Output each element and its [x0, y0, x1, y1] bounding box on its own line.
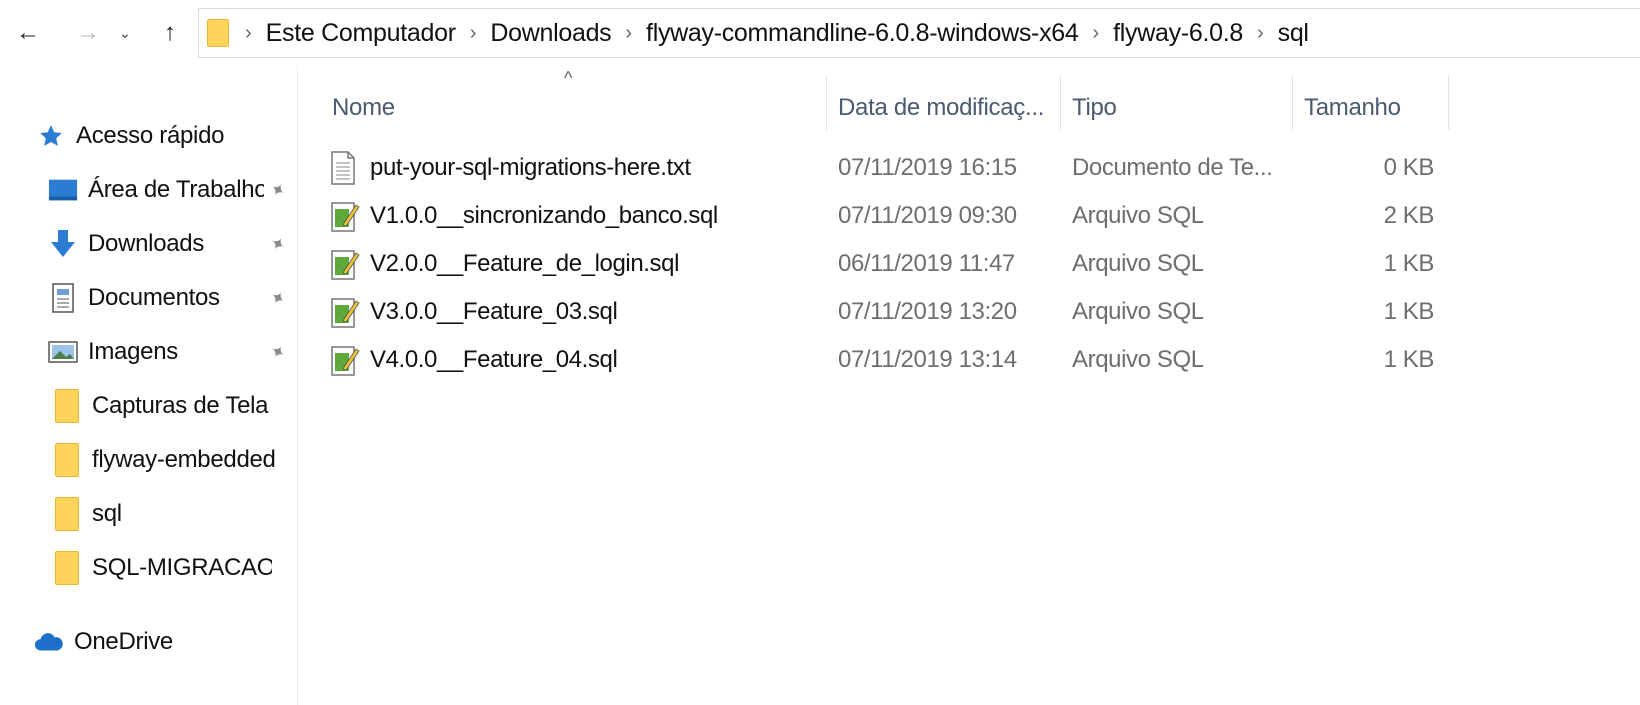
column-header-name[interactable]: Nome: [332, 86, 395, 130]
address-bar[interactable]: › Este Computador › Downloads › flyway-c…: [198, 8, 1640, 58]
column-header-type[interactable]: Tipo: [1072, 86, 1117, 130]
column-divider[interactable]: [1448, 76, 1449, 130]
pictures-icon: [48, 337, 78, 367]
folder-icon: [52, 443, 82, 477]
file-type: Arquivo SQL: [1072, 250, 1204, 277]
text-file-icon: [330, 151, 358, 185]
back-button[interactable]: ←: [12, 18, 44, 48]
sidebar-item-label: flyway-embedded: [92, 446, 276, 473]
breadcrumb-downloads[interactable]: Downloads: [490, 19, 611, 48]
sql-file-icon: [330, 343, 360, 377]
file-date: 07/11/2019 13:14: [838, 346, 1017, 373]
pin-icon[interactable]: ✦: [266, 231, 289, 257]
file-size: 1 KB: [1383, 346, 1435, 373]
sidebar-item-label: OneDrive: [74, 628, 173, 655]
up-button[interactable]: ↑: [154, 18, 186, 48]
file-name-cell: V2.0.0__Feature_de_login.sql: [330, 242, 679, 286]
file-name-cell: V1.0.0__sincronizando_banco.sql: [330, 194, 718, 238]
file-name-cell: put-your-sql-migrations-here.txt: [330, 146, 691, 190]
desktop-icon: [48, 175, 78, 205]
sidebar-item-label: Capturas de Tela: [92, 392, 269, 419]
file-size: 2 KB: [1383, 202, 1435, 229]
folder-icon: [207, 19, 229, 47]
sidebar-item-label: sql: [92, 500, 122, 527]
sidebar-item-label: Downloads: [88, 230, 205, 257]
sidebar-item-label: Área de Trabalho: [88, 176, 264, 203]
breadcrumb-sql[interactable]: sql: [1278, 19, 1309, 48]
file-row[interactable]: V3.0.0__Feature_03.sql 07/11/2019 13:20 …: [330, 290, 1450, 334]
breadcrumb-separator[interactable]: ›: [470, 22, 477, 45]
file-date: 07/11/2019 09:30: [838, 202, 1017, 229]
navigation-pane: Acesso rápido Área de Trabalho ✦ Downloa…: [0, 66, 298, 705]
sql-file-icon: [330, 295, 360, 329]
breadcrumb-separator[interactable]: ›: [625, 22, 632, 45]
column-header-size[interactable]: Tamanho: [1304, 86, 1401, 130]
sort-ascending-icon: ^: [564, 68, 573, 88]
sidebar-item-label: Imagens: [88, 338, 178, 365]
folder-icon: [52, 389, 82, 423]
file-name: V1.0.0__sincronizando_banco.sql: [370, 202, 718, 229]
column-divider[interactable]: [826, 76, 827, 130]
breadcrumb-separator[interactable]: ›: [1257, 22, 1264, 45]
breadcrumb-separator[interactable]: ›: [245, 22, 252, 45]
file-type: Documento de Te...: [1072, 154, 1273, 181]
breadcrumb-este-computador[interactable]: Este Computador: [266, 19, 456, 48]
documents-icon: [48, 283, 78, 313]
pin-icon[interactable]: ✦: [266, 285, 289, 311]
file-date: 07/11/2019 16:15: [838, 154, 1017, 181]
folder-icon: [52, 497, 82, 531]
file-date: 06/11/2019 11:47: [838, 250, 1015, 277]
breadcrumb-flyway-commandline[interactable]: flyway-commandline-6.0.8-windows-x64: [646, 19, 1079, 48]
file-type: Arquivo SQL: [1072, 202, 1204, 229]
file-row[interactable]: V4.0.0__Feature_04.sql 07/11/2019 13:14 …: [330, 338, 1450, 382]
file-date: 07/11/2019 13:20: [838, 298, 1017, 325]
folder-icon: [52, 551, 82, 585]
download-arrow-icon: [48, 229, 78, 259]
file-row[interactable]: V2.0.0__Feature_de_login.sql 06/11/2019 …: [330, 242, 1450, 286]
file-name: V2.0.0__Feature_de_login.sql: [370, 250, 680, 277]
sidebar-item-label: SQL-MIGRACAO: [92, 554, 272, 581]
file-type: Arquivo SQL: [1072, 298, 1204, 325]
file-size: 0 KB: [1383, 154, 1435, 181]
column-header-date[interactable]: Data de modificaç...: [838, 86, 1044, 130]
sidebar-item-quick-access[interactable]: Acesso rápido: [36, 116, 334, 156]
sidebar-item-label: Documentos: [88, 284, 220, 311]
file-size: 1 KB: [1383, 250, 1435, 277]
breadcrumb-flyway-608[interactable]: flyway-6.0.8: [1113, 19, 1243, 48]
forward-button[interactable]: →: [72, 18, 104, 48]
file-row[interactable]: V1.0.0__sincronizando_banco.sql 07/11/20…: [330, 194, 1450, 238]
file-list: ^ Nome Data de modificaç... Tipo Tamanho…: [300, 66, 1640, 705]
file-size: 1 KB: [1383, 298, 1435, 325]
pin-icon[interactable]: ✦: [266, 177, 289, 203]
file-name: V4.0.0__Feature_04.sql: [370, 346, 618, 373]
column-divider[interactable]: [1292, 76, 1293, 130]
file-name: V3.0.0__Feature_03.sql: [370, 298, 618, 325]
recent-locations-chevron-down-icon[interactable]: ⌄: [115, 18, 135, 48]
navigation-bar: ← → ⌄ ↑ › Este Computador › Downloads › …: [0, 0, 1640, 66]
pin-icon[interactable]: ✦: [266, 339, 289, 365]
file-name: put-your-sql-migrations-here.txt: [370, 154, 691, 181]
breadcrumb-separator[interactable]: ›: [1092, 22, 1099, 45]
star-icon: [36, 121, 66, 151]
cloud-icon: [34, 627, 64, 657]
sql-file-icon: [330, 247, 360, 281]
column-divider[interactable]: [1060, 76, 1061, 130]
file-row[interactable]: put-your-sql-migrations-here.txt 07/11/2…: [330, 146, 1450, 190]
file-name-cell: V3.0.0__Feature_03.sql: [330, 290, 618, 334]
sidebar-item-onedrive[interactable]: OneDrive: [34, 622, 332, 662]
sidebar-item-label: Acesso rápido: [76, 122, 225, 149]
file-type: Arquivo SQL: [1072, 346, 1204, 373]
file-name-cell: V4.0.0__Feature_04.sql: [330, 338, 618, 382]
sql-file-icon: [330, 199, 360, 233]
